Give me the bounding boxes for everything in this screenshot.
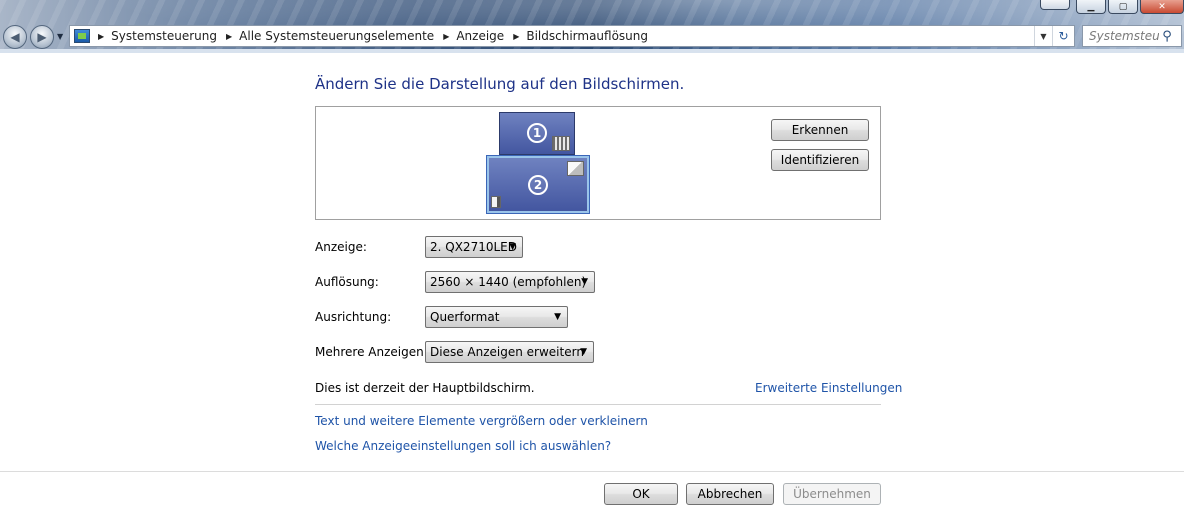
window-controls: ▁ ▢ ✕ bbox=[1074, 0, 1184, 14]
search-box[interactable]: Systemsteu... ⚲ bbox=[1082, 25, 1182, 47]
display-select-value: 2. QX2710LED bbox=[430, 240, 517, 254]
display-label: Anzeige: bbox=[315, 240, 367, 254]
breadcrumb-item[interactable]: ▶ Systemsteuerung bbox=[98, 29, 217, 43]
orientation-label: Ausrichtung: bbox=[315, 310, 392, 324]
back-button[interactable]: ◀ bbox=[3, 25, 27, 49]
address-history-dropdown[interactable]: ▼ bbox=[1034, 26, 1052, 46]
apply-button[interactable]: Übernehmen bbox=[783, 483, 881, 505]
control-panel-icon bbox=[74, 29, 90, 43]
breadcrumb-item[interactable]: ▶ Anzeige bbox=[443, 29, 504, 43]
arrow-right-icon: ▶ bbox=[37, 30, 47, 44]
breadcrumb-separator-icon: ▶ bbox=[443, 31, 450, 41]
close-icon: ✕ bbox=[1158, 1, 1166, 12]
footer-divider bbox=[0, 471, 1184, 472]
chevron-down-icon: ▼ bbox=[554, 312, 561, 322]
breadcrumb-separator-icon: ▶ bbox=[226, 31, 233, 41]
breadcrumb-label[interactable]: Anzeige bbox=[456, 29, 504, 43]
refresh-icon: ↻ bbox=[1058, 29, 1069, 43]
identify-button[interactable]: Identifizieren bbox=[771, 149, 869, 171]
minimize-button[interactable]: ▁ bbox=[1076, 0, 1106, 14]
breadcrumb-item[interactable]: ▶ Alle Systemsteuerungselemente bbox=[226, 29, 434, 43]
breadcrumb-separator-icon: ▶ bbox=[98, 31, 105, 41]
monitor-1[interactable]: 1 bbox=[499, 112, 575, 155]
main-display-info: Dies ist derzeit der Hauptbildschirm. bbox=[315, 381, 535, 395]
breadcrumb-item[interactable]: ▶ Bildschirmauflösung bbox=[513, 29, 648, 43]
chevron-down-icon: ▼ bbox=[509, 242, 516, 252]
breadcrumb-label[interactable]: Systemsteuerung bbox=[111, 29, 217, 43]
detect-button[interactable]: Erkennen bbox=[771, 119, 869, 141]
close-button[interactable]: ✕ bbox=[1140, 0, 1184, 14]
resolution-select-value: 2560 × 1440 (empfohlen) bbox=[430, 275, 587, 289]
display-select[interactable]: 2. QX2710LED ▼ bbox=[425, 236, 523, 258]
taskbar-window-icon bbox=[552, 136, 570, 151]
maximize-icon: ▢ bbox=[1118, 1, 1128, 12]
maximize-button[interactable]: ▢ bbox=[1108, 0, 1138, 14]
window-thumbnail-icon bbox=[567, 161, 584, 176]
resolution-label: Auflösung: bbox=[315, 275, 379, 289]
which-settings-link[interactable]: Welche Anzeigeeinstellungen soll ich aus… bbox=[315, 439, 611, 453]
breadcrumb-label[interactable]: Alle Systemsteuerungselemente bbox=[239, 29, 434, 43]
search-input[interactable]: Systemsteu... bbox=[1083, 29, 1159, 43]
cancel-button[interactable]: Abbrechen bbox=[686, 483, 774, 505]
window-thumbnail-icon bbox=[491, 196, 501, 208]
page-title: Ändern Sie die Darstellung auf den Bilds… bbox=[315, 75, 685, 93]
orientation-select-value: Querformat bbox=[430, 310, 500, 324]
divider bbox=[315, 404, 881, 405]
text-size-link[interactable]: Text und weitere Elemente vergrößern ode… bbox=[315, 414, 648, 428]
ok-button[interactable]: OK bbox=[604, 483, 678, 505]
resolution-select[interactable]: 2560 × 1440 (empfohlen) ▼ bbox=[425, 271, 595, 293]
multiple-displays-select-value: Diese Anzeigen erweitern bbox=[430, 345, 584, 359]
multiple-displays-label: Mehrere Anzeigen: bbox=[315, 345, 428, 359]
multiple-displays-select[interactable]: Diese Anzeigen erweitern ▼ bbox=[425, 341, 594, 363]
chevron-down-icon: ▼ bbox=[581, 277, 588, 287]
forward-button[interactable]: ▶ bbox=[30, 25, 54, 49]
advanced-settings-link[interactable]: Erweiterte Einstellungen bbox=[755, 381, 902, 395]
chevron-down-icon: ▼ bbox=[1040, 31, 1047, 41]
orientation-select[interactable]: Querformat ▼ bbox=[425, 306, 568, 328]
address-bar[interactable]: ▶ Systemsteuerung ▶ Alle Systemsteuerungse… bbox=[69, 25, 1075, 47]
window-extra-button[interactable] bbox=[1040, 0, 1070, 10]
minimize-icon: ▁ bbox=[1087, 1, 1095, 12]
monitor-number-badge: 2 bbox=[528, 175, 548, 195]
breadcrumb-separator-icon: ▶ bbox=[513, 31, 520, 41]
chevron-down-icon: ▼ bbox=[580, 347, 587, 357]
monitor-2[interactable]: 2 bbox=[486, 155, 590, 214]
search-icon[interactable]: ⚲ bbox=[1159, 29, 1175, 44]
monitor-number-badge: 1 bbox=[527, 123, 547, 143]
recent-pages-dropdown[interactable]: ▼ bbox=[57, 32, 63, 41]
refresh-button[interactable]: ↻ bbox=[1052, 26, 1074, 46]
monitor-arrangement-panel: 1 2 Erkennen Identifizieren bbox=[315, 106, 881, 220]
breadcrumb-label[interactable]: Bildschirmauflösung bbox=[526, 29, 648, 43]
arrow-left-icon: ◀ bbox=[10, 30, 20, 44]
